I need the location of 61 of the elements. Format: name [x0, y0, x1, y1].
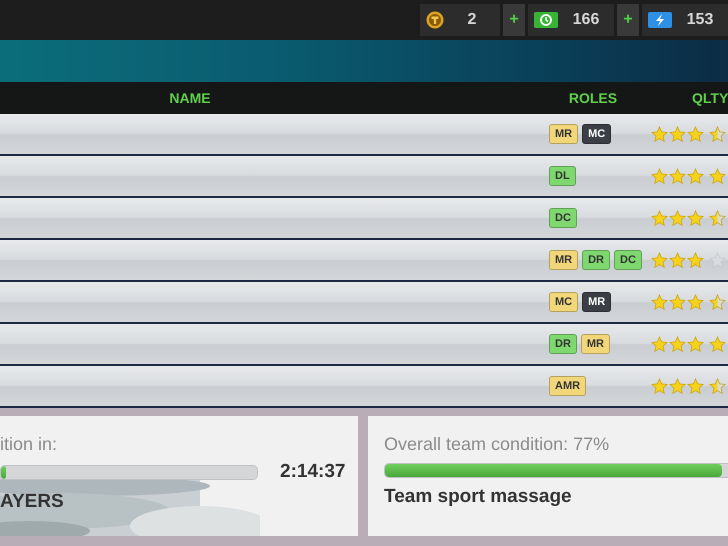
role-badge: DL — [549, 166, 576, 186]
star-icon — [669, 126, 686, 142]
star-icon — [709, 168, 726, 184]
role-badge: MR — [549, 124, 578, 144]
lightning-icon — [648, 12, 672, 28]
star-icon — [669, 294, 686, 310]
star-icon — [687, 252, 704, 268]
currency-value: 153 — [686, 11, 714, 29]
half-star-icon — [709, 126, 726, 142]
star-icon — [687, 336, 704, 352]
star-icon — [669, 210, 686, 226]
star-icon — [651, 336, 668, 352]
column-header[interactable]: QLTY — [638, 90, 728, 106]
column-header[interactable]: NAME — [0, 90, 380, 106]
role-badge: MC — [582, 124, 612, 144]
half-star-icon — [709, 294, 726, 310]
star-icon — [709, 336, 726, 352]
currency-value: 2 — [466, 11, 478, 29]
player-row[interactable]: MR MC — [0, 114, 728, 156]
role-badge: MR — [580, 334, 610, 354]
star-icon — [669, 252, 686, 268]
empty-star-icon — [709, 252, 726, 268]
role-badge: DR — [582, 250, 610, 270]
column-header[interactable]: ROLES — [548, 90, 638, 106]
role-badge: DC — [614, 250, 642, 270]
star-icon — [651, 126, 668, 142]
player-row[interactable]: DC — [0, 198, 728, 240]
role-badge: MC — [549, 292, 578, 312]
star-icon — [651, 378, 668, 394]
star-icon — [651, 252, 668, 268]
countdown-timer: 2:14:37 — [280, 461, 346, 483]
condition-label: ition in: — [0, 433, 58, 455]
star-icon — [651, 210, 668, 226]
role-badge: DR — [549, 334, 577, 354]
add-button[interactable]: + — [503, 4, 525, 36]
role-badge: AMR — [549, 376, 586, 396]
role-badge: MR — [549, 250, 578, 270]
player-row[interactable]: DR MR — [0, 324, 728, 366]
star-icon — [687, 294, 704, 310]
star-icon — [669, 378, 686, 394]
player-row[interactable]: AMR — [0, 366, 728, 408]
star-icon — [651, 168, 668, 184]
star-icon — [687, 210, 704, 226]
coin-icon — [426, 11, 444, 29]
role-badge: MR — [582, 292, 612, 312]
team-condition-label: Overall team condition: 77% — [384, 434, 610, 454]
star-icon — [687, 168, 704, 184]
player-row[interactable]: MC MR — [0, 282, 728, 324]
half-star-icon — [709, 378, 726, 394]
player-row[interactable]: DL — [0, 156, 728, 198]
star-icon — [669, 336, 686, 352]
star-icon — [687, 378, 704, 394]
star-icon — [651, 294, 668, 310]
half-star-icon — [709, 210, 726, 226]
add-button[interactable]: + — [617, 4, 639, 36]
star-icon — [669, 168, 686, 184]
role-badge: DC — [549, 208, 577, 228]
currency-value: 166 — [572, 11, 600, 29]
massage-action[interactable]: Team sport massage — [384, 486, 572, 508]
player-row[interactable]: MR DR DC — [0, 240, 728, 282]
star-icon — [687, 126, 704, 142]
